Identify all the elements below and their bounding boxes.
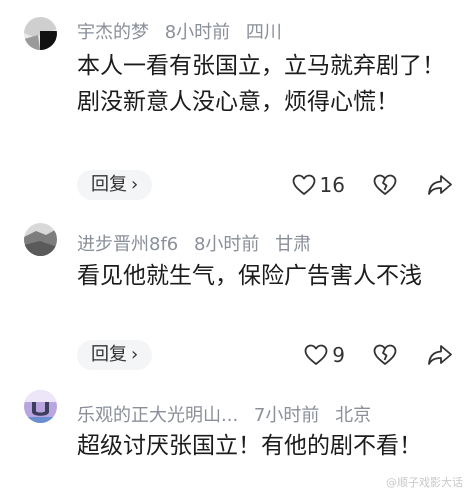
heart-outline-icon (292, 174, 315, 195)
comment-location: 四川 (245, 22, 282, 43)
broken-heart-icon (373, 344, 397, 365)
comment-text: 本人一看有张国立，立马就弃剧了！剧没新意人没心意，烦得心慌！ (77, 53, 445, 115)
reply-button[interactable]: 回复 › (77, 170, 153, 200)
comment-meta: 乐观的正大光明山... 7小时前 北京 (77, 401, 371, 427)
comment-location: 甘肃 (275, 234, 312, 255)
user-avatar[interactable] (24, 223, 57, 256)
heart-outline-icon (304, 344, 328, 365)
like-button[interactable]: 16 (292, 173, 345, 197)
user-avatar[interactable] (24, 17, 57, 50)
like-count: 9 (332, 343, 345, 367)
reply-label: 回复 (91, 344, 127, 365)
like-count: 16 (319, 173, 345, 197)
chevron-right-icon: › (131, 174, 139, 195)
share-button[interactable] (427, 174, 453, 196)
comment-time: 8小时前 (193, 234, 260, 255)
broken-heart-icon (373, 174, 397, 195)
like-button[interactable]: 9 (304, 343, 345, 367)
comment-actions: 9 (304, 340, 453, 370)
comment-actions: 16 (292, 170, 453, 200)
comment-time: 8小时前 (164, 22, 231, 43)
reply-button[interactable]: 回复 › (77, 340, 153, 370)
comment-list: 宇杰的梦 8小时前 四川 本人一看有张国立，立马就弃剧了！剧没新意人没心意，烦得… (0, 0, 475, 500)
dislike-button[interactable] (373, 344, 397, 366)
comment-meta: 宇杰的梦 8小时前 四川 (77, 18, 282, 44)
comment-meta: 进步晋州8f6 8小时前 甘肃 (77, 230, 311, 256)
comment-text: 超级讨厌张国立！有他的剧不看！ (77, 433, 422, 459)
share-button[interactable] (427, 344, 453, 366)
comment-text: 看见他就生气，保险广告害人不浅 (77, 263, 422, 289)
username[interactable]: 乐观的正大光明山... (77, 405, 238, 426)
dislike-button[interactable] (373, 174, 397, 196)
comment-time: 7小时前 (253, 405, 320, 426)
user-avatar[interactable] (24, 390, 57, 423)
watermark: @顺子戏影大话 (386, 476, 463, 489)
comment-location: 北京 (335, 405, 372, 426)
username[interactable]: 进步晋州8f6 (77, 234, 178, 255)
share-arrow-icon (428, 175, 452, 195)
chevron-right-icon: › (131, 344, 139, 365)
username[interactable]: 宇杰的梦 (77, 22, 149, 43)
reply-label: 回复 (91, 174, 127, 195)
share-arrow-icon (428, 345, 452, 365)
